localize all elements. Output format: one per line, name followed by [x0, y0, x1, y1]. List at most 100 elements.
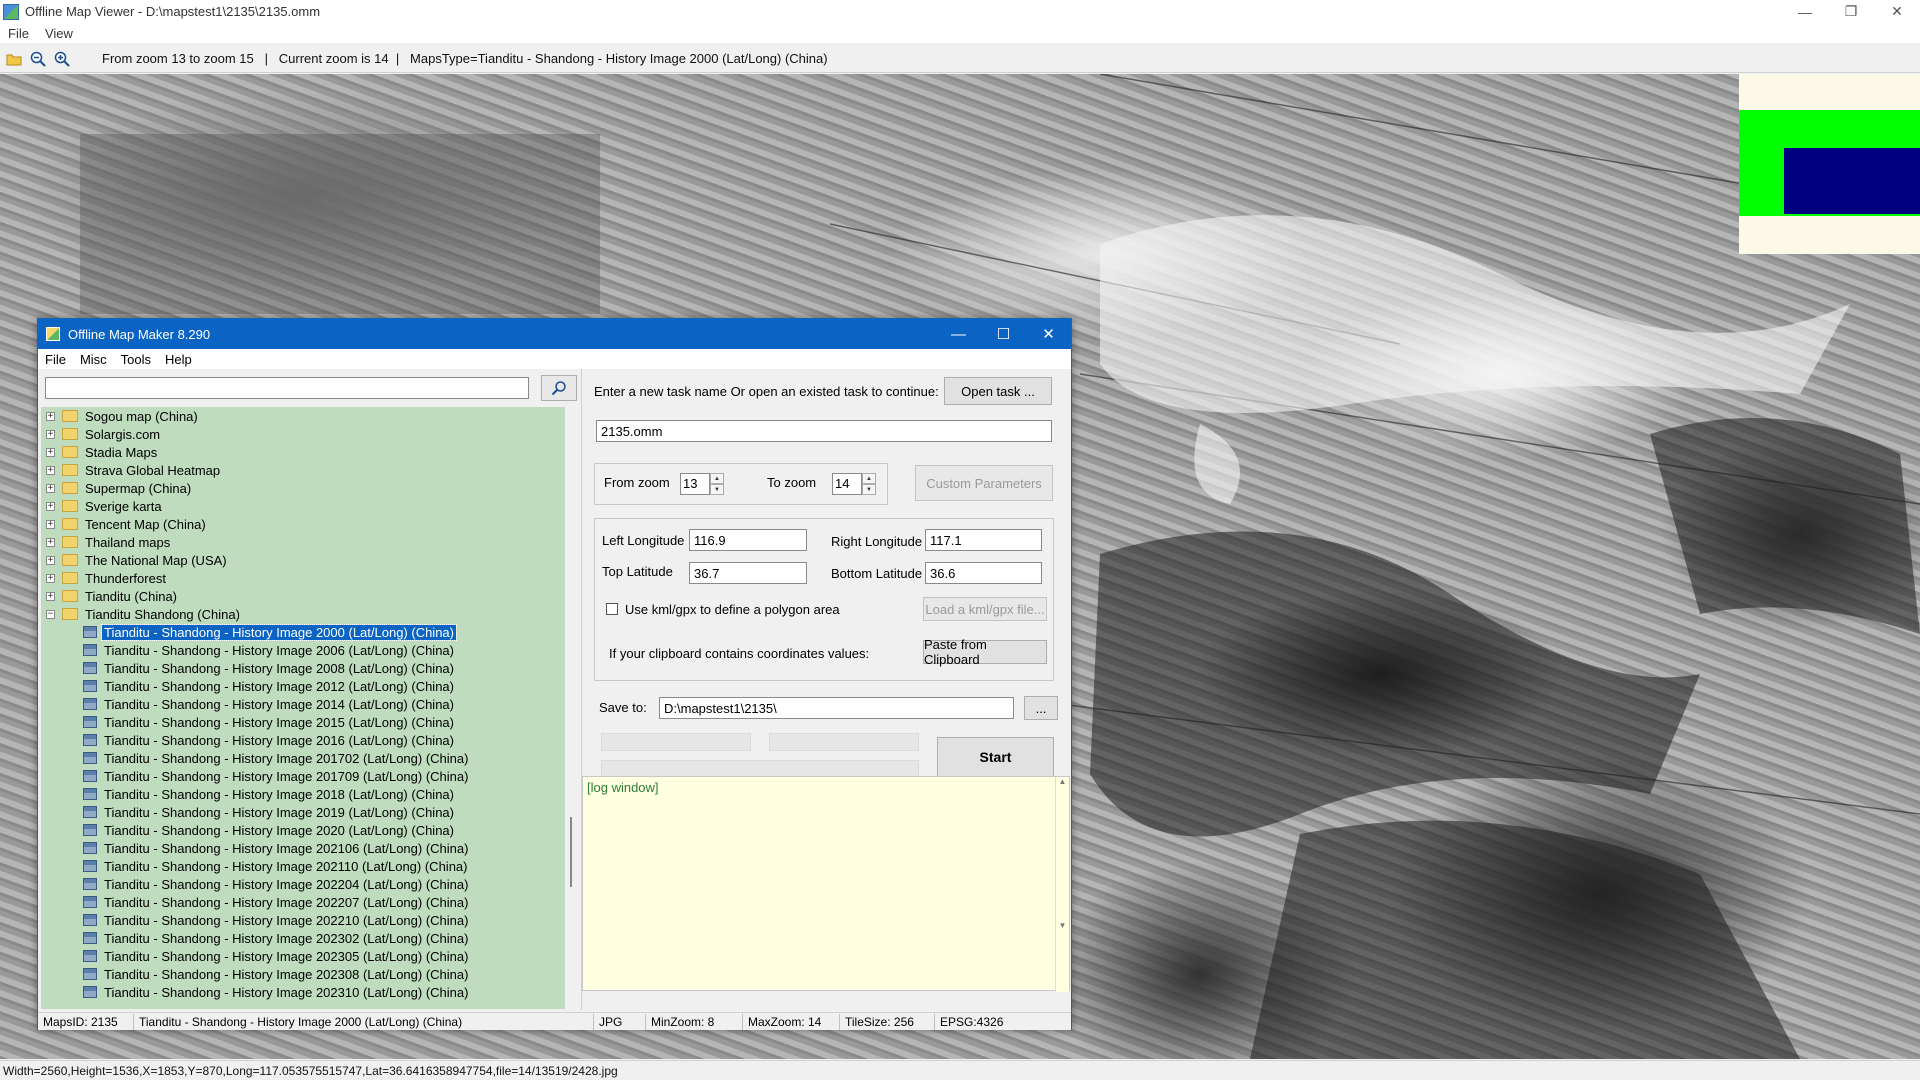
- zoom-out-icon[interactable]: [28, 49, 48, 69]
- start-button[interactable]: Start: [937, 737, 1054, 777]
- tree-map-item[interactable]: Tianditu - Shandong - History Image 2023…: [41, 965, 565, 983]
- expand-plus-icon[interactable]: +: [46, 519, 55, 529]
- right-longitude-field[interactable]: 117.1: [925, 529, 1042, 551]
- paste-clipboard-button[interactable]: Paste from Clipboard: [923, 637, 1047, 667]
- tree-map-item[interactable]: Tianditu - Shandong - History Image 2022…: [41, 875, 565, 893]
- custom-parameters-button[interactable]: Custom Parameters: [915, 465, 1053, 501]
- tree-folder[interactable]: + Stadia Maps: [41, 443, 565, 461]
- tree-scrollbar-thumb[interactable]: [570, 817, 572, 887]
- tree-folder[interactable]: + Sverige karta: [41, 497, 565, 515]
- dialog-maximize-icon[interactable]: ☐: [981, 319, 1026, 349]
- dialog-menu-tools[interactable]: Tools: [114, 352, 158, 367]
- tree-map-item[interactable]: Tianditu - Shandong - History Image 2000…: [41, 623, 565, 641]
- tree-map-item[interactable]: Tianditu - Shandong - History Image 2006…: [41, 641, 565, 659]
- open-folder-icon[interactable]: [4, 49, 24, 69]
- close-icon[interactable]: ✕: [1874, 0, 1920, 23]
- tree-map-item[interactable]: Tianditu - Shandong - History Image 2021…: [41, 857, 565, 875]
- tree-map-item[interactable]: Tianditu - Shandong - History Image 2019…: [41, 803, 565, 821]
- log-window[interactable]: [log window] ▲ ▼: [582, 776, 1070, 992]
- map-source-tree[interactable]: + Sogou map (China) + Solargis.com + Stadia M…: [41, 407, 565, 1009]
- expand-plus-icon[interactable]: +: [46, 573, 55, 583]
- load-kml-button[interactable]: Load a kml/gpx file...: [923, 597, 1047, 621]
- bottom-latitude-field[interactable]: 36.6: [925, 562, 1042, 584]
- map-layer-icon: [83, 932, 97, 944]
- use-kml-checkbox[interactable]: [606, 603, 618, 615]
- to-zoom-stepper[interactable]: ▲ ▼: [862, 473, 876, 495]
- left-longitude-field[interactable]: 116.9: [689, 529, 807, 551]
- tree-map-item[interactable]: Tianditu - Shandong - History Image 2014…: [41, 695, 565, 713]
- expand-plus-icon[interactable]: +: [46, 465, 55, 475]
- zoom-status-text: From zoom 13 to zoom 15 | Current zoom i…: [102, 51, 828, 66]
- dialog-close-icon[interactable]: ✕: [1026, 319, 1071, 349]
- tree-map-label: Tianditu - Shandong - History Image 2012…: [104, 678, 454, 694]
- zoom-in-icon[interactable]: [52, 49, 72, 69]
- open-task-button[interactable]: Open task ...: [944, 377, 1052, 405]
- save-path-field[interactable]: D:\mapstest1\2135\: [659, 697, 1014, 719]
- tree-map-item[interactable]: Tianditu - Shandong - History Image 2012…: [41, 677, 565, 695]
- tree-folder-open[interactable]: − Tianditu Shandong (China): [41, 605, 565, 623]
- tree-map-item[interactable]: Tianditu - Shandong - History Image 2022…: [41, 893, 565, 911]
- tree-map-item[interactable]: Tianditu - Shandong - History Image 2008…: [41, 659, 565, 677]
- tree-map-item[interactable]: Tianditu - Shandong - History Image 2022…: [41, 911, 565, 929]
- folder-icon: [62, 428, 78, 440]
- tree-folder[interactable]: + The National Map (USA): [41, 551, 565, 569]
- tree-map-item[interactable]: Tianditu - Shandong - History Image 2023…: [41, 929, 565, 947]
- browse-button[interactable]: ...: [1024, 696, 1058, 720]
- tree-folder[interactable]: + Sogou map (China): [41, 407, 565, 425]
- dialog-menu-help[interactable]: Help: [158, 352, 199, 367]
- viewer-statusbar: Width=2560,Height=1536,X=1853,Y=870,Long…: [0, 1060, 1920, 1080]
- status-format: JPG: [594, 1013, 646, 1030]
- to-zoom-value[interactable]: 14: [832, 473, 862, 495]
- tree-folder[interactable]: + Tianditu (China): [41, 587, 565, 605]
- expand-plus-icon[interactable]: +: [46, 429, 55, 439]
- map-layer-icon: [83, 896, 97, 908]
- expand-plus-icon[interactable]: +: [46, 411, 55, 421]
- tree-map-item[interactable]: Tianditu - Shandong - History Image 2016…: [41, 731, 565, 749]
- tree-map-item[interactable]: Tianditu - Shandong - History Image 2021…: [41, 839, 565, 857]
- tree-map-item[interactable]: Tianditu - Shandong - History Image 2023…: [41, 983, 565, 1001]
- dialog-minimize-icon[interactable]: —: [936, 319, 981, 349]
- tree-folder[interactable]: + Tencent Map (China): [41, 515, 565, 533]
- from-zoom-up-icon[interactable]: ▲: [710, 473, 724, 484]
- expand-plus-icon[interactable]: +: [46, 483, 55, 493]
- minimap-viewport[interactable]: [1784, 148, 1920, 214]
- expand-plus-icon[interactable]: +: [46, 591, 55, 601]
- from-zoom-stepper[interactable]: ▲ ▼: [710, 473, 724, 495]
- tree-map-item[interactable]: Tianditu - Shandong - History Image 2020…: [41, 821, 565, 839]
- tree-scrollbar[interactable]: [566, 407, 580, 1009]
- overview-minimap[interactable]: [1739, 74, 1920, 254]
- tree-folder[interactable]: + Strava Global Heatmap: [41, 461, 565, 479]
- tree-map-item[interactable]: Tianditu - Shandong - History Image 2017…: [41, 767, 565, 785]
- top-latitude-field[interactable]: 36.7: [689, 562, 807, 584]
- to-zoom-down-icon[interactable]: ▼: [862, 484, 876, 495]
- tree-map-item[interactable]: Tianditu - Shandong - History Image 2015…: [41, 713, 565, 731]
- collapse-minus-icon[interactable]: −: [46, 609, 55, 619]
- menu-file[interactable]: File: [0, 26, 37, 41]
- tree-map-item[interactable]: Tianditu - Shandong - History Image 2023…: [41, 947, 565, 965]
- app-icon: [3, 3, 19, 20]
- from-zoom-down-icon[interactable]: ▼: [710, 484, 724, 495]
- dialog-title: Offline Map Maker 8.290: [68, 326, 211, 342]
- expand-plus-icon[interactable]: +: [46, 447, 55, 457]
- tree-folder[interactable]: + Thailand maps: [41, 533, 565, 551]
- tree-map-item[interactable]: Tianditu - Shandong - History Image 2017…: [41, 749, 565, 767]
- expand-plus-icon[interactable]: +: [46, 501, 55, 511]
- expand-plus-icon[interactable]: +: [46, 537, 55, 547]
- tree-folder[interactable]: + Thunderforest: [41, 569, 565, 587]
- from-zoom-value[interactable]: 13: [680, 473, 710, 495]
- restore-icon[interactable]: ❐: [1828, 0, 1874, 23]
- dialog-menu-file[interactable]: File: [38, 352, 73, 367]
- search-input[interactable]: [45, 377, 529, 399]
- tree-folder[interactable]: + Solargis.com: [41, 425, 565, 443]
- tree-map-item[interactable]: Tianditu - Shandong - History Image 2018…: [41, 785, 565, 803]
- minimize-icon[interactable]: —: [1782, 0, 1828, 23]
- search-button[interactable]: [541, 375, 577, 401]
- dialog-menu-misc[interactable]: Misc: [73, 352, 114, 367]
- to-zoom-up-icon[interactable]: ▲: [862, 473, 876, 484]
- menu-view[interactable]: View: [37, 26, 81, 41]
- log-scrollbar[interactable]: ▲ ▼: [1055, 777, 1069, 992]
- progress-bar-2: [769, 733, 919, 751]
- task-name-field[interactable]: 2135.omm: [596, 420, 1052, 442]
- tree-folder[interactable]: + Supermap (China): [41, 479, 565, 497]
- expand-plus-icon[interactable]: +: [46, 555, 55, 565]
